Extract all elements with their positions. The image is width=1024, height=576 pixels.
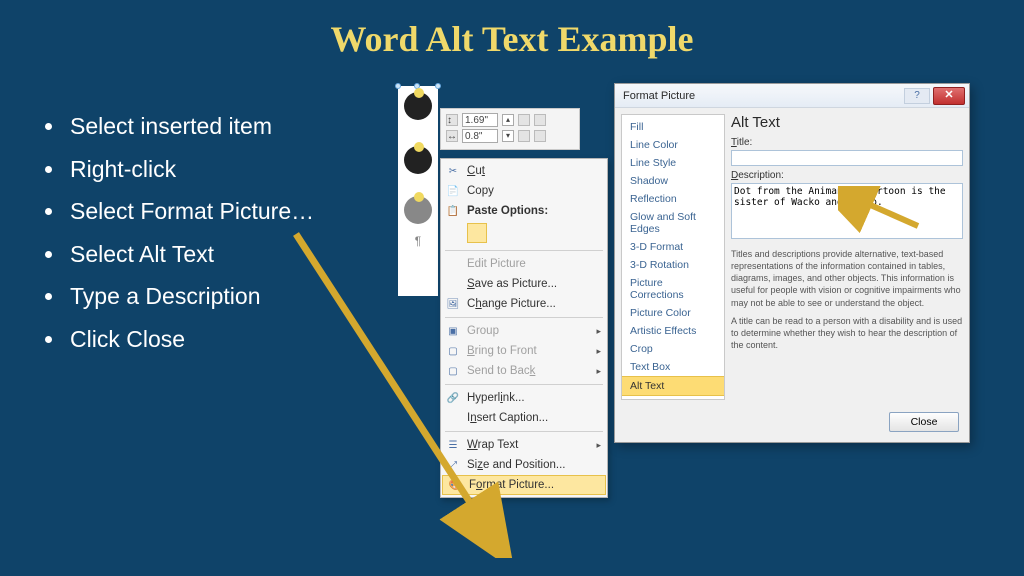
category-picture-corrections[interactable]: Picture Corrections xyxy=(622,274,724,304)
height-value[interactable]: 1.69" xyxy=(462,113,498,127)
menu-copy[interactable]: 📄Copy xyxy=(441,181,607,201)
crop-icon[interactable] xyxy=(518,114,530,126)
menu-hyperlink[interactable]: 🔗Hyperlink... xyxy=(441,388,607,408)
close-x-button[interactable]: ✕ xyxy=(933,87,965,105)
effects-icon[interactable] xyxy=(534,130,546,142)
menu-change-picture[interactable]: 🖼Change Picture... xyxy=(441,294,607,314)
scissors-icon: ✂ xyxy=(445,163,461,179)
category-artistic-effects[interactable]: Artistic Effects xyxy=(622,322,724,340)
category-glow[interactable]: Glow and Soft Edges xyxy=(622,208,724,238)
format-picture-dialog: Format Picture ? ✕ Fill Line Color Line … xyxy=(614,83,970,443)
category-shadow[interactable]: Shadow xyxy=(622,172,724,190)
slide-title: Word Alt Text Example xyxy=(0,0,1024,70)
title-label: Title: xyxy=(731,137,963,148)
bring-front-icon: ▢ xyxy=(445,343,461,359)
width-value[interactable]: 0.8" xyxy=(462,129,498,143)
send-back-icon: ▢ xyxy=(445,363,461,379)
wrap-text-icon: ☰ xyxy=(445,437,461,453)
menu-bring-to-front: ▢Bring to Front▸ xyxy=(441,341,607,361)
category-3d-rotation[interactable]: 3-D Rotation xyxy=(622,256,724,274)
category-text-box[interactable]: Text Box xyxy=(622,358,724,376)
bullet-item: Type a Description xyxy=(66,275,314,318)
help-button[interactable]: ? xyxy=(904,88,930,104)
menu-format-picture[interactable]: 🎨Format Picture... xyxy=(442,475,606,495)
chevron-right-icon: ▸ xyxy=(596,326,601,337)
menu-paste-options: 📋Paste Options: xyxy=(441,201,607,221)
bullet-item: Select Alt Text xyxy=(66,233,314,276)
menu-wrap-text[interactable]: ☰Wrap Text▸ xyxy=(441,435,607,455)
pane-heading: Alt Text xyxy=(731,114,963,131)
height-icon: ↕ xyxy=(446,114,458,126)
stepper-icon[interactable]: ▾ xyxy=(502,130,514,142)
bullet-item: Select Format Picture… xyxy=(66,190,314,233)
menu-group: ▣Group▸ xyxy=(441,321,607,341)
rotate-icon[interactable] xyxy=(518,130,530,142)
align-icon[interactable] xyxy=(534,114,546,126)
paste-icon: 📋 xyxy=(445,203,461,219)
chevron-right-icon: ▸ xyxy=(596,366,601,377)
category-reflection[interactable]: Reflection xyxy=(622,190,724,208)
size-flyout: ↕ 1.69" ▴ ↔ 0.8" ▾ xyxy=(440,108,580,150)
category-picture-color[interactable]: Picture Color xyxy=(622,304,724,322)
category-line-style[interactable]: Line Style xyxy=(622,154,724,172)
alt-text-pane: Alt Text Title: Description: Titles and … xyxy=(731,114,963,400)
menu-send-to-back: ▢Send to Back▸ xyxy=(441,361,607,381)
category-crop[interactable]: Crop xyxy=(622,340,724,358)
copy-icon: 📄 xyxy=(445,183,461,199)
format-picture-icon: 🎨 xyxy=(447,477,463,493)
category-3d-format[interactable]: 3-D Format xyxy=(622,238,724,256)
selected-picture[interactable]: ¶ xyxy=(398,86,438,296)
category-alt-text[interactable]: Alt Text xyxy=(622,376,724,396)
size-icon: ⤢ xyxy=(445,457,461,473)
change-picture-icon: 🖼 xyxy=(445,296,461,312)
menu-insert-caption[interactable]: Insert Caption... xyxy=(441,408,607,428)
menu-save-as-picture[interactable]: Save as Picture... xyxy=(441,274,607,294)
chevron-right-icon: ▸ xyxy=(596,440,601,451)
close-button[interactable]: Close xyxy=(889,412,959,432)
description-label: Description: xyxy=(731,170,963,181)
menu-cut[interactable]: ✂Cut xyxy=(441,161,607,181)
context-menu: ✂Cut 📄Copy 📋Paste Options: Edit Picture … xyxy=(440,158,608,498)
width-icon: ↔ xyxy=(446,130,458,142)
menu-size-position[interactable]: ⤢Size and Position... xyxy=(441,455,607,475)
bullet-item: Right-click xyxy=(66,148,314,191)
hyperlink-icon: 🔗 xyxy=(445,390,461,406)
help-text-2: A title can be read to a person with a d… xyxy=(731,315,963,351)
menu-edit-picture: Edit Picture xyxy=(441,254,607,274)
description-textarea[interactable] xyxy=(731,183,963,239)
dialog-titlebar[interactable]: Format Picture ? ✕ xyxy=(615,84,969,108)
stepper-icon[interactable]: ▴ xyxy=(502,114,514,126)
paste-option-button[interactable] xyxy=(467,223,487,243)
title-input[interactable] xyxy=(731,150,963,166)
dialog-title: Format Picture xyxy=(623,90,695,102)
category-line-color[interactable]: Line Color xyxy=(622,136,724,154)
chevron-right-icon: ▸ xyxy=(596,346,601,357)
category-list: Fill Line Color Line Style Shadow Reflec… xyxy=(621,114,725,400)
instruction-list: Select inserted item Right-click Select … xyxy=(46,105,314,360)
bullet-item: Click Close xyxy=(66,318,314,361)
bullet-item: Select inserted item xyxy=(66,105,314,148)
group-icon: ▣ xyxy=(445,323,461,339)
category-fill[interactable]: Fill xyxy=(622,118,724,136)
help-text-1: Titles and descriptions provide alternat… xyxy=(731,248,963,309)
